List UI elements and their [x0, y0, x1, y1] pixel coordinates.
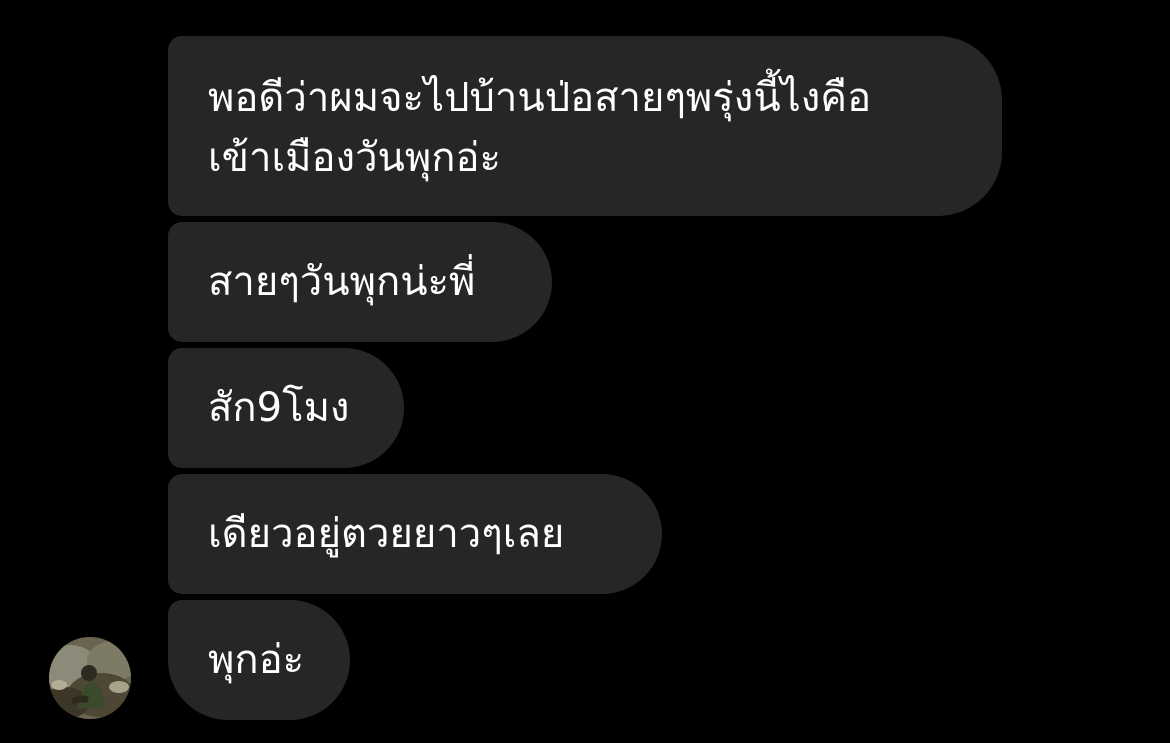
message-thread: พอดีว่าผมจะไปบ้านป่อสายๆพรุ่งนี้ไงคือ เข… [0, 0, 1170, 743]
message-bubble[interactable]: สัก9โมง [168, 348, 404, 468]
message-text: พอดีว่าผมจะไปบ้านป่อสายๆพรุ่งนี้ไงคือ เข… [208, 75, 872, 181]
avatar-photo-icon [49, 637, 131, 719]
message-bubble[interactable]: พุกอ่ะ [168, 600, 350, 720]
message-bubble[interactable]: สายๆวันพุกน่ะพี่ [168, 222, 552, 342]
message-bubble[interactable]: พอดีว่าผมจะไปบ้านป่อสายๆพรุ่งนี้ไงคือ เข… [168, 36, 1002, 216]
message-bubble[interactable]: เดียวอยู่ตวยยาวๆเลย [168, 474, 662, 594]
message-text: สัก9โมง [208, 385, 350, 431]
sender-avatar[interactable] [49, 637, 131, 719]
message-text: เดียวอยู่ตวยยาวๆเลย [208, 511, 565, 557]
message-text: สายๆวันพุกน่ะพี่ [208, 259, 476, 305]
message-text: พุกอ่ะ [208, 637, 305, 683]
